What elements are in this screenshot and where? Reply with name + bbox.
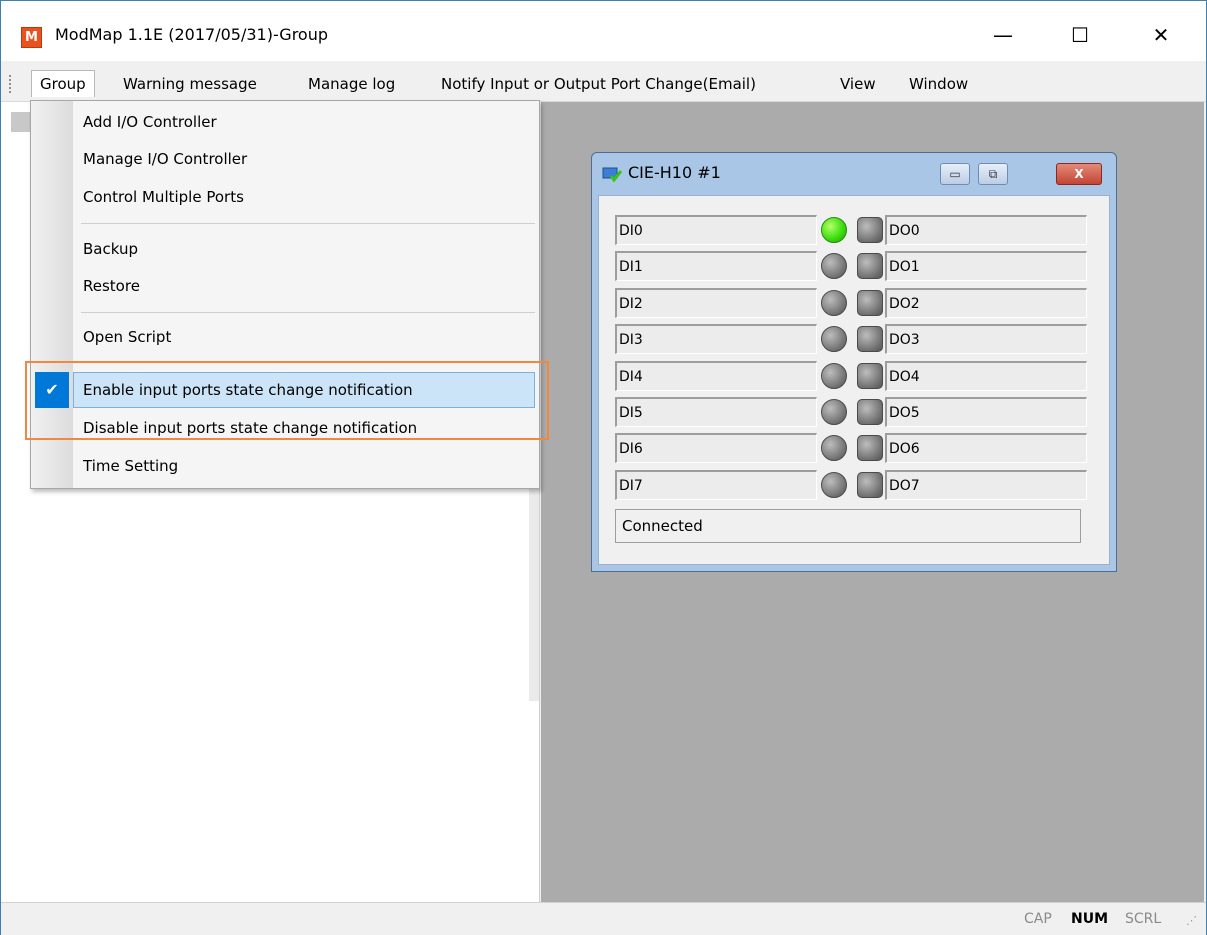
input-port-label: DI4 xyxy=(615,361,817,391)
menu-item-backup[interactable]: Backup xyxy=(83,236,138,262)
input-port-label: DI1 xyxy=(615,251,817,281)
child-minimize-button[interactable]: ▭ xyxy=(940,163,970,185)
input-led-icon xyxy=(821,435,847,461)
menu-item-add-io-controller[interactable]: Add I/O Controller xyxy=(83,109,217,135)
child-restore-button[interactable]: ⧉ xyxy=(978,163,1008,185)
menu-view[interactable]: View xyxy=(832,71,884,97)
menu-item-manage-io-controller[interactable]: Manage I/O Controller xyxy=(83,146,247,172)
input-led-icon xyxy=(821,326,847,352)
input-port-label: DI7 xyxy=(615,470,817,500)
output-toggle-button[interactable] xyxy=(857,363,883,389)
menu-separator xyxy=(81,223,535,224)
annotation-highlight-box xyxy=(25,361,549,440)
status-bar: CAP NUM SCRL ⋰ xyxy=(1,902,1206,935)
toolbar-grip-icon[interactable] xyxy=(9,75,15,93)
cap-indicator: CAP xyxy=(1024,911,1052,927)
input-port-label: DI2 xyxy=(615,288,817,318)
output-toggle-button[interactable] xyxy=(857,217,883,243)
controller-connected-icon xyxy=(602,167,622,182)
menu-group[interactable]: Group xyxy=(31,70,95,97)
menu-bar: Group Warning message Manage log Notify … xyxy=(1,65,1206,102)
minimize-button[interactable]: — xyxy=(981,15,1025,55)
output-port-label: DO0 xyxy=(885,215,1087,245)
menu-item-restore[interactable]: Restore xyxy=(83,273,140,299)
menu-notify-port-change[interactable]: Notify Input or Output Port Change(Email… xyxy=(433,71,764,97)
output-port-label: DO3 xyxy=(885,324,1087,354)
menu-item-time-setting[interactable]: Time Setting xyxy=(83,453,178,479)
scrl-indicator: SCRL xyxy=(1125,911,1162,927)
menu-item-open-script[interactable]: Open Script xyxy=(83,324,171,350)
child-close-button[interactable]: X xyxy=(1056,163,1102,185)
menu-item-control-multiple-ports[interactable]: Control Multiple Ports xyxy=(83,184,244,210)
output-port-label: DO4 xyxy=(885,361,1087,391)
size-grip-icon[interactable]: ⋰ xyxy=(1186,914,1197,927)
menu-manage-log[interactable]: Manage log xyxy=(300,71,403,97)
menu-warning-message[interactable]: Warning message xyxy=(115,71,265,97)
output-port-label: DO5 xyxy=(885,397,1087,427)
output-toggle-button[interactable] xyxy=(857,253,883,279)
connection-status: Connected xyxy=(615,509,1081,543)
window-title: ModMap 1.1E (2017/05/31)-Group xyxy=(55,25,329,44)
num-indicator: NUM xyxy=(1071,911,1109,927)
tree-expand-icon[interactable] xyxy=(11,112,31,132)
title-bar: M ModMap 1.1E (2017/05/31)-Group — ☐ ✕ xyxy=(1,1,1206,61)
input-led-icon xyxy=(821,472,847,498)
output-port-label: DO6 xyxy=(885,433,1087,463)
input-led-icon xyxy=(821,290,847,316)
input-led-icon xyxy=(821,253,847,279)
output-toggle-button[interactable] xyxy=(857,290,883,316)
output-toggle-button[interactable] xyxy=(857,399,883,425)
input-led-icon xyxy=(821,363,847,389)
output-toggle-button[interactable] xyxy=(857,472,883,498)
input-port-label: DI3 xyxy=(615,324,817,354)
controller-title-text: CIE-H10 #1 xyxy=(628,163,721,182)
app-window: M ModMap 1.1E (2017/05/31)-Group — ☐ ✕ G… xyxy=(0,0,1207,935)
output-port-label: DO2 xyxy=(885,288,1087,318)
menu-window[interactable]: Window xyxy=(901,71,976,97)
input-port-label: DI5 xyxy=(615,397,817,427)
controller-window-title: CIE-H10 #1 xyxy=(602,163,721,182)
app-logo-icon: M xyxy=(21,27,42,48)
output-port-label: DO7 xyxy=(885,470,1087,500)
input-led-icon xyxy=(821,399,847,425)
output-toggle-button[interactable] xyxy=(857,435,883,461)
input-port-label: DI0 xyxy=(615,215,817,245)
menu-separator xyxy=(81,312,535,313)
input-led-icon xyxy=(821,217,847,243)
output-port-label: DO1 xyxy=(885,251,1087,281)
input-port-label: DI6 xyxy=(615,433,817,463)
close-button[interactable]: ✕ xyxy=(1139,15,1183,55)
maximize-button[interactable]: ☐ xyxy=(1058,15,1102,55)
output-toggle-button[interactable] xyxy=(857,326,883,352)
